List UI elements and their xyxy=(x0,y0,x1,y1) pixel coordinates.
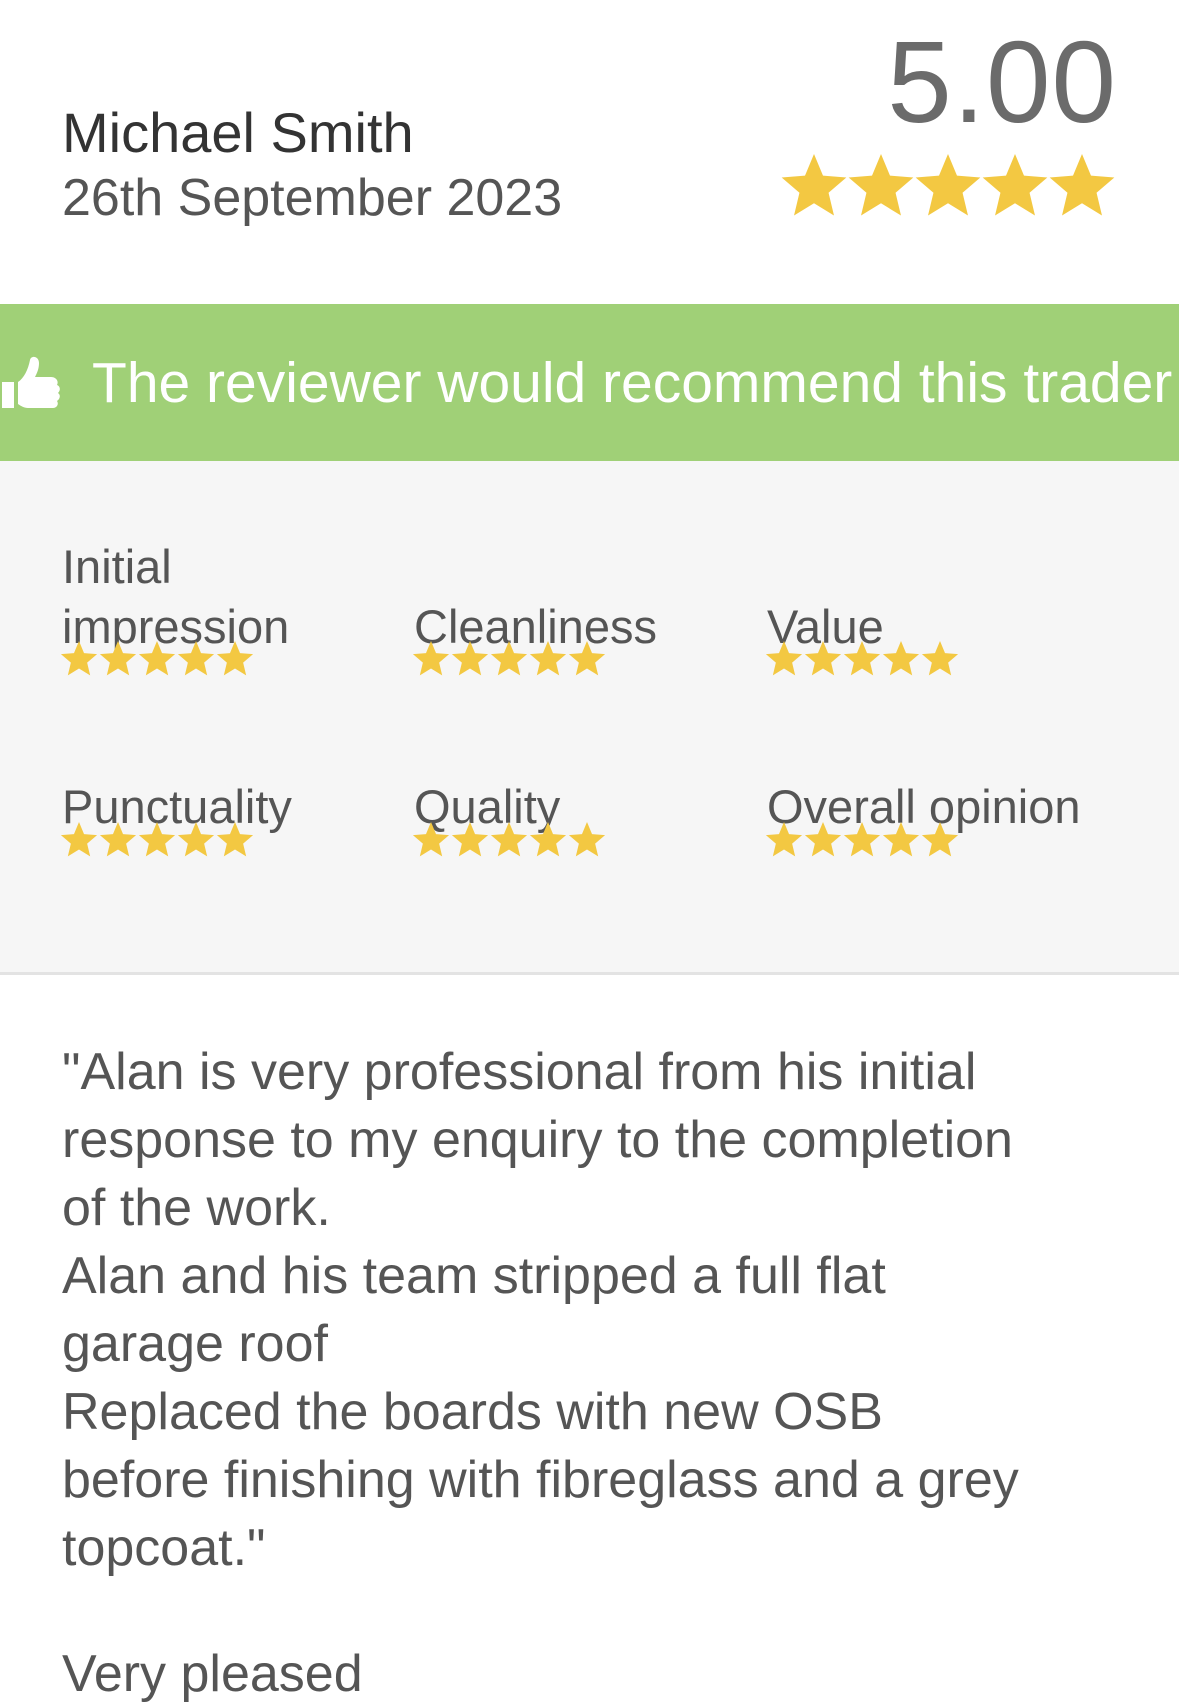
star-icon xyxy=(882,641,920,676)
rating-stars-initial-impression xyxy=(60,641,254,676)
star-icon xyxy=(843,822,881,857)
star-icon xyxy=(138,641,176,676)
star-icon xyxy=(882,822,920,857)
star-icon xyxy=(848,154,914,216)
star-icon xyxy=(451,822,489,857)
star-icon xyxy=(451,641,489,676)
star-icon xyxy=(99,641,137,676)
recommend-text: The reviewer would recommend this trader xyxy=(92,351,1173,415)
star-icon xyxy=(99,822,137,857)
overall-star-rating xyxy=(781,154,1115,216)
star-icon xyxy=(843,641,881,676)
rating-stars-quality xyxy=(412,822,606,857)
rating-stars-overall-opinion xyxy=(765,822,959,857)
star-icon xyxy=(921,641,959,676)
star-icon xyxy=(490,641,528,676)
star-icon xyxy=(568,822,606,857)
star-icon xyxy=(529,641,567,676)
star-icon xyxy=(804,822,842,857)
review-header: Michael Smith 26th September 2023 5.00 xyxy=(0,0,1179,304)
star-icon xyxy=(177,822,215,857)
star-icon xyxy=(177,641,215,676)
star-icon xyxy=(781,154,847,216)
star-icon xyxy=(216,641,254,676)
star-icon xyxy=(765,822,803,857)
category-ratings: Initial impression Cleanliness Value Pun… xyxy=(0,461,1179,975)
reviewer-name: Michael Smith xyxy=(62,101,414,164)
star-icon xyxy=(1049,154,1115,216)
star-icon xyxy=(982,154,1048,216)
thumbs-up-icon xyxy=(2,356,60,408)
review-body: "Alan is very professional from his init… xyxy=(62,1043,1019,1577)
review-date: 26th September 2023 xyxy=(62,169,563,227)
star-icon xyxy=(138,822,176,857)
star-icon xyxy=(216,822,254,857)
review-text-continuation: Very pleased xyxy=(62,1645,363,1703)
star-icon xyxy=(915,154,981,216)
overall-score: 5.00 xyxy=(887,17,1117,147)
star-icon xyxy=(568,641,606,676)
rating-stars-value xyxy=(765,641,959,676)
star-icon xyxy=(490,822,528,857)
star-icon xyxy=(765,641,803,676)
star-icon xyxy=(921,822,959,857)
rating-stars-cleanliness xyxy=(412,641,606,676)
star-icon xyxy=(412,641,450,676)
star-icon xyxy=(529,822,567,857)
rating-stars-punctuality xyxy=(60,822,254,857)
star-icon xyxy=(804,641,842,676)
star-icon xyxy=(60,822,98,857)
star-icon xyxy=(412,822,450,857)
star-icon xyxy=(60,641,98,676)
